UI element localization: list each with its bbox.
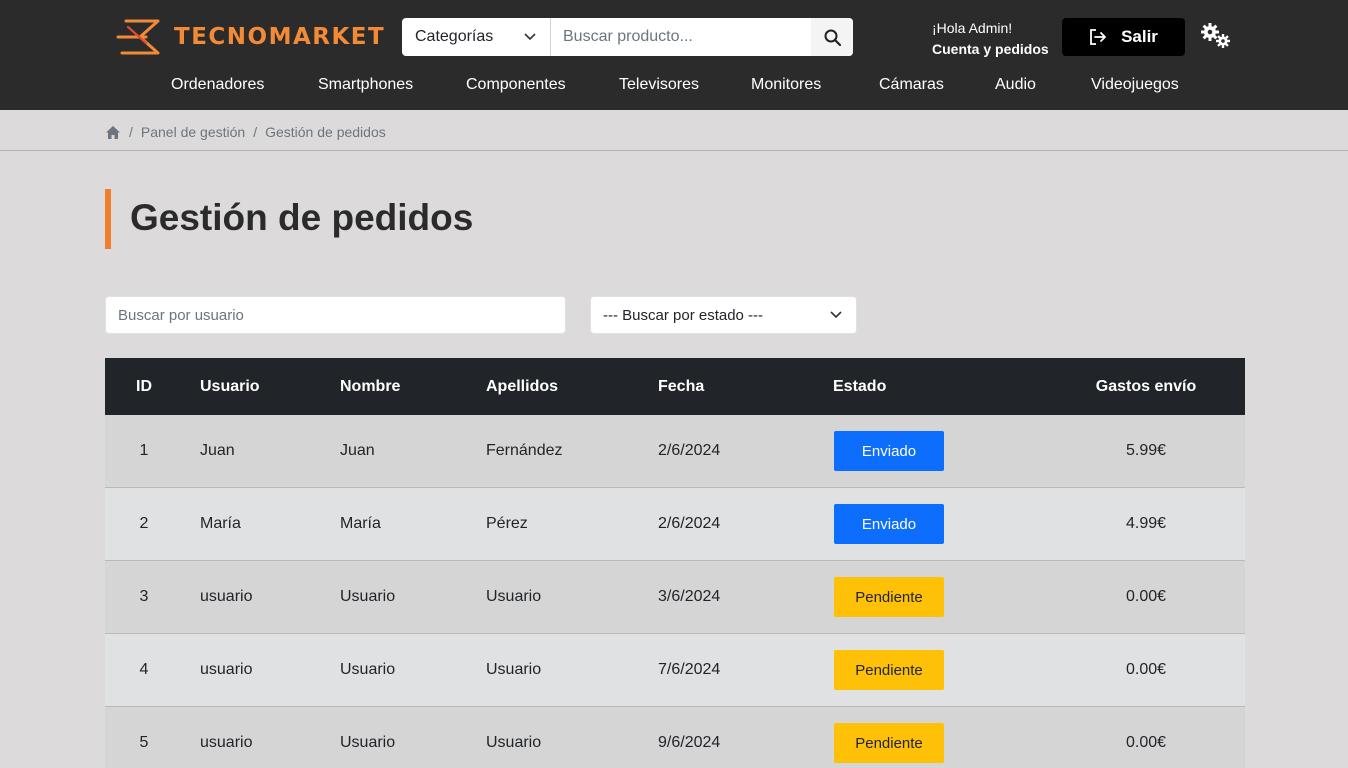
cell-id: 5 [139, 734, 149, 751]
table-row[interactable]: 3 usuario Usuario Usuario 3/6/2024 Pendi… [105, 561, 1245, 634]
title-accent-bar [105, 189, 111, 249]
settings-icon [1201, 23, 1230, 48]
search-button[interactable] [811, 18, 853, 56]
greeting-text: ¡Hola Admin! [932, 20, 1013, 36]
product-search-bar: Categorías [402, 18, 853, 56]
cell-nombre: Usuario [340, 588, 396, 605]
user-search-input[interactable] [105, 296, 566, 334]
cell-fecha: 2/6/2024 [658, 442, 721, 459]
breadcrumb-separator: / [253, 124, 258, 140]
cell-gastos-envio: 0.00€ [1125, 734, 1167, 751]
cell-usuario: usuario [200, 661, 253, 678]
cell-apellidos: Pérez [486, 515, 528, 532]
column-header-nombre: Nombre [340, 378, 401, 395]
column-header-gastos-envio: Gastos envío [1095, 378, 1197, 395]
cell-id: 3 [139, 588, 149, 605]
cell-id: 4 [139, 661, 149, 678]
status-badge[interactable]: Enviado [834, 504, 944, 544]
cell-apellidos: Usuario [486, 661, 542, 678]
product-search-input[interactable] [551, 18, 811, 56]
cell-id: 2 [139, 515, 149, 532]
cell-usuario: Juan [200, 442, 235, 459]
page-title: Gestión de pedidos [130, 197, 474, 238]
status-badge[interactable]: Pendiente [834, 650, 944, 690]
cell-usuario: usuario [200, 734, 253, 751]
breadcrumb-panel-link[interactable]: Panel de gestión [141, 124, 245, 140]
brand-name: TECNOMARKET [174, 24, 386, 50]
table-header: ID Usuario Nombre Apellidos Fecha Estado… [105, 358, 1245, 415]
cell-gastos-envio: 0.00€ [1125, 661, 1167, 678]
nav-item-monitores[interactable]: Monitores [751, 76, 821, 94]
status-badge[interactable]: Enviado [834, 431, 944, 471]
settings-button[interactable] [1199, 22, 1233, 55]
breadcrumb-current: Gestión de pedidos [265, 124, 386, 140]
cell-gastos-envio: 4.99€ [1125, 515, 1167, 532]
logout-label: Salir [1121, 27, 1158, 46]
logout-button[interactable]: Salir [1062, 18, 1185, 56]
column-header-id: ID [136, 378, 152, 395]
state-filter-value: --- Buscar por estado --- [603, 306, 764, 324]
cell-apellidos: Fernández [486, 442, 563, 459]
top-navbar: TECNOMARKET Categorías ¡Hola Admin! Cuen… [0, 0, 1348, 110]
nav-item-smartphones[interactable]: Smartphones [318, 76, 413, 94]
table-row[interactable]: 1 Juan Juan Fernández 2/6/2024 Enviado 5… [105, 415, 1245, 488]
search-icon [824, 29, 841, 46]
cell-nombre: Usuario [340, 734, 396, 751]
orders-table: ID Usuario Nombre Apellidos Fecha Estado… [105, 358, 1245, 768]
categories-select[interactable]: Categorías [402, 18, 551, 56]
brand-logo-icon [116, 19, 160, 55]
breadcrumb-separator: / [129, 124, 133, 140]
cell-gastos-envio: 0.00€ [1125, 588, 1167, 605]
category-nav: Ordenadores Smartphones Componentes Tele… [0, 76, 1348, 98]
state-filter-select[interactable]: --- Buscar por estado --- [590, 296, 857, 334]
column-header-usuario: Usuario [200, 378, 260, 395]
nav-item-camaras[interactable]: Cámaras [879, 76, 944, 94]
account-orders-link[interactable]: Cuenta y pedidos [932, 39, 1049, 60]
breadcrumb-divider [0, 150, 1348, 151]
column-header-apellidos: Apellidos [486, 378, 559, 395]
brand-logo[interactable]: TECNOMARKET [116, 17, 385, 57]
cell-fecha: 2/6/2024 [658, 515, 721, 532]
nav-item-televisores[interactable]: Televisores [619, 76, 699, 94]
status-badge[interactable]: Pendiente [834, 577, 944, 617]
cell-nombre: María [340, 515, 381, 532]
cell-apellidos: Usuario [486, 588, 542, 605]
cell-apellidos: Usuario [486, 734, 542, 751]
home-icon[interactable] [105, 125, 121, 140]
cell-nombre: Juan [340, 442, 375, 459]
cell-nombre: Usuario [340, 661, 396, 678]
breadcrumb: / Panel de gestión / Gestión de pedidos [105, 122, 386, 142]
status-badge[interactable]: Pendiente [834, 723, 944, 763]
chevron-down-icon [830, 311, 842, 319]
column-header-estado: Estado [833, 378, 887, 395]
cell-gastos-envio: 5.99€ [1125, 442, 1167, 459]
cell-id: 1 [139, 442, 149, 459]
logout-icon [1090, 29, 1106, 45]
table-row[interactable]: 4 usuario Usuario Usuario 7/6/2024 Pendi… [105, 634, 1245, 707]
table-row[interactable]: 5 usuario Usuario Usuario 9/6/2024 Pendi… [105, 707, 1245, 768]
cell-fecha: 3/6/2024 [658, 588, 721, 605]
nav-item-componentes[interactable]: Componentes [466, 76, 566, 94]
cell-fecha: 9/6/2024 [658, 734, 721, 751]
nav-item-ordenadores[interactable]: Ordenadores [171, 76, 264, 94]
cell-usuario: usuario [200, 588, 253, 605]
cell-fecha: 7/6/2024 [658, 661, 721, 678]
table-row[interactable]: 2 María María Pérez 2/6/2024 Enviado 4.9… [105, 488, 1245, 561]
user-greeting: ¡Hola Admin! Cuenta y pedidos [932, 18, 1049, 60]
column-header-fecha: Fecha [658, 378, 705, 395]
nav-item-videojuegos[interactable]: Videojuegos [1091, 76, 1179, 94]
nav-item-audio[interactable]: Audio [995, 76, 1036, 94]
cell-usuario: María [200, 515, 241, 532]
chevron-down-icon [524, 33, 536, 41]
categories-select-value: Categorías [415, 28, 494, 45]
